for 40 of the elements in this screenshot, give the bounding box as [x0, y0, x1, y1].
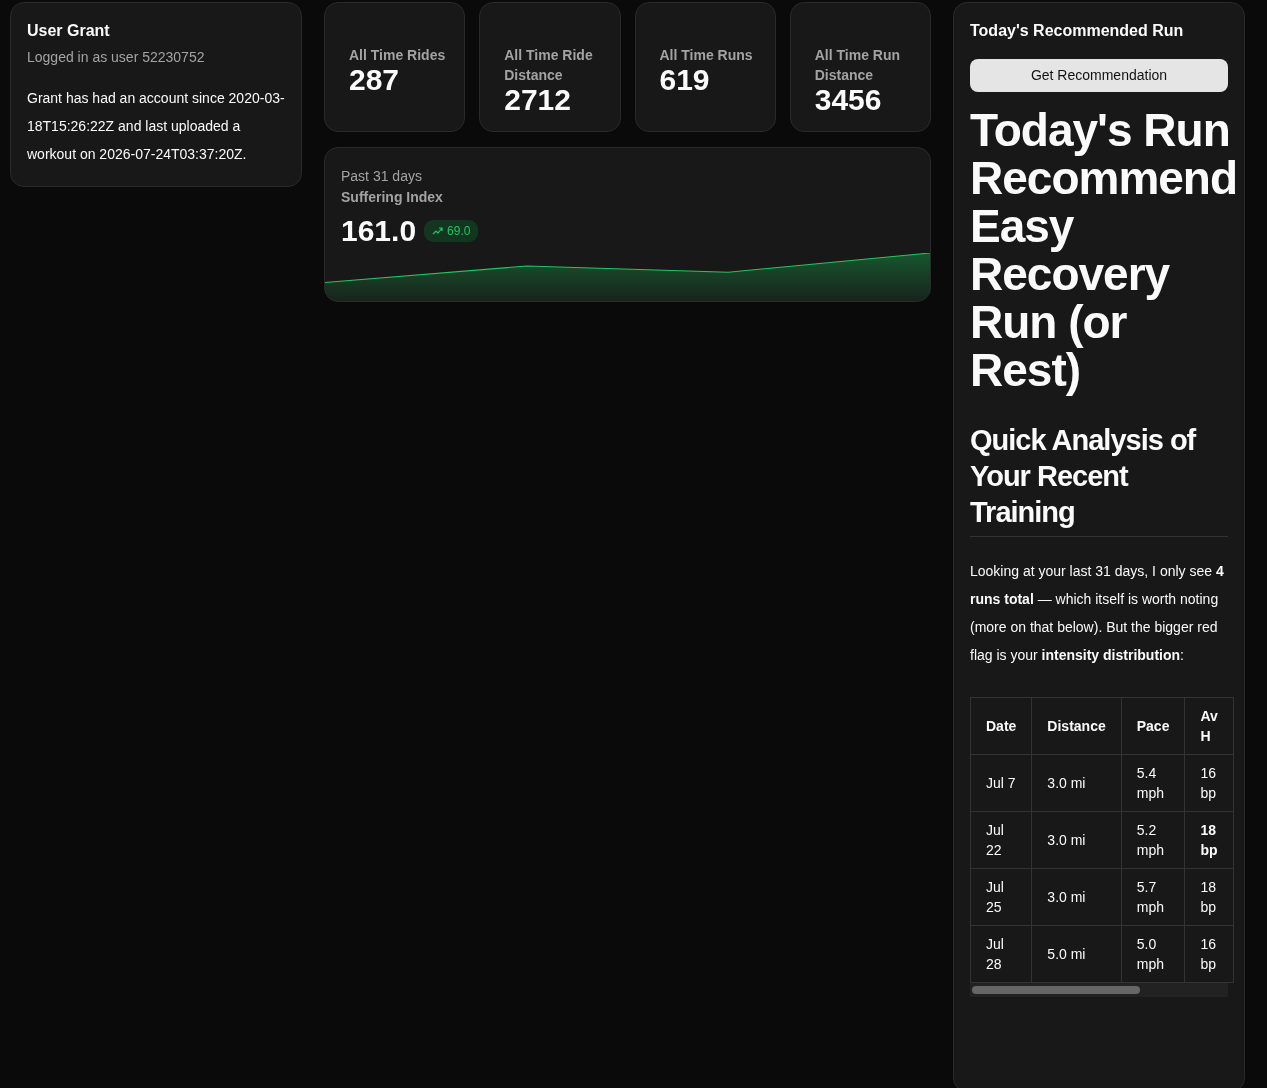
card-title: User Grant [27, 21, 111, 41]
recommendation-heading: Today's Run Recommend Easy Recovery Run (or Rest) [970, 106, 1239, 394]
table-cell: 3.0 mi [1031, 868, 1122, 926]
stat-value: 2712 [504, 85, 572, 115]
panel-title: Today's Recommended Run [970, 21, 1185, 41]
table-cell: 5.0 mph [1121, 925, 1185, 983]
get-recommendation-button[interactable]: Get Recommendation [970, 59, 1228, 92]
table-cell: 3.0 mi [1031, 754, 1122, 812]
stat-label: All Time Runs [659, 46, 754, 65]
table-cell: Jul 28 [970, 925, 1032, 983]
table-cell: 16 bp [1184, 754, 1234, 812]
section-heading: Quick Analysis of Your Recent Training [970, 422, 1228, 537]
metric-title: Suffering Index [341, 188, 444, 207]
stat-value: 619 [659, 65, 711, 95]
table-cell: Jul 22 [970, 811, 1032, 869]
table-cell: 3.0 mi [1031, 811, 1122, 869]
stat-value: 287 [349, 65, 401, 95]
card-subtitle: Logged in as user 52230752 [27, 48, 206, 67]
column-header: Pace [1121, 697, 1185, 755]
stat-label: All Time Rides [349, 46, 447, 65]
table-cell: Jul 7 [970, 754, 1032, 812]
stat-label: All Time Run Distance [814, 46, 902, 85]
table-cell: 16 bp [1184, 925, 1234, 983]
table-cell: 5.7 mph [1121, 868, 1185, 926]
table-cell: 5.0 mi [1031, 925, 1122, 983]
table-cell: 5.4 mph [1121, 754, 1185, 812]
stat-label: All Time Ride Distance [504, 46, 594, 85]
account-description: Grant has had an account since 2020-03-18T15:26:22Z and last uploaded a workout on 2026-07-24T03:37:20Z. [27, 89, 285, 164]
analysis-paragraph: Looking at your last 31 days, I only see 4 runs total — which itself is worth noting (more on that below). But the bigger red flag is your intensity distribution: [970, 562, 1225, 665]
table-cell: 5.2 mph [1121, 811, 1185, 869]
column-header: Distance [1031, 697, 1122, 755]
period-label: Past 31 days [341, 167, 423, 186]
metric-value: 161.0 [341, 213, 417, 249]
column-header: Date [970, 697, 1032, 755]
table-cell: 18 bp [1184, 868, 1234, 926]
column-header: Av H [1184, 697, 1234, 755]
trend-badge: 69.0 [424, 219, 479, 242]
table-cell: 18 bp [1184, 811, 1234, 869]
table-cell: Jul 25 [970, 868, 1032, 926]
stat-value: 3456 [814, 85, 883, 115]
